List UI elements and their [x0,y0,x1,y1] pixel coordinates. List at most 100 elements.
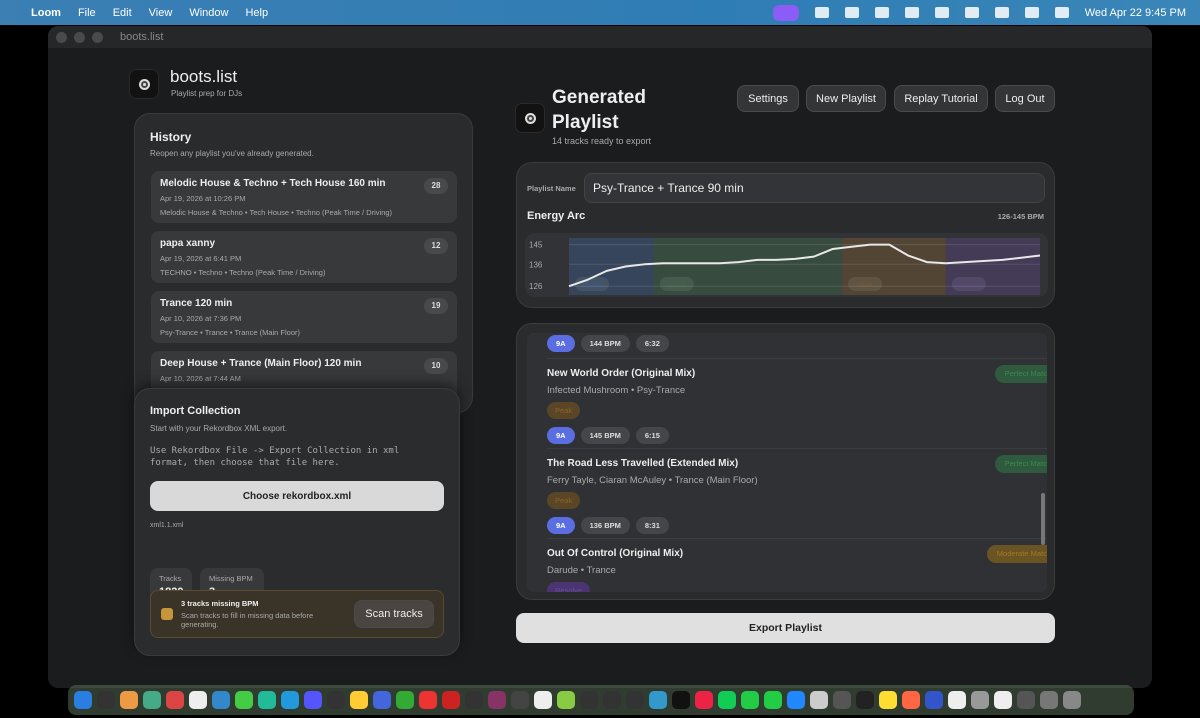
dock-app-icon[interactable] [787,691,805,709]
dock-app-icon[interactable] [1040,691,1058,709]
dropbox-icon[interactable] [904,7,919,18]
dock-app-icon[interactable] [603,691,621,709]
screen-record-icon[interactable] [772,4,799,21]
dock-app-icon[interactable] [258,691,276,709]
search-icon[interactable] [1024,7,1039,18]
scan-tracks-button[interactable]: Scan tracks [354,600,434,628]
dock-app-icon[interactable] [948,691,966,709]
dock-app-icon[interactable] [166,691,184,709]
dock [68,685,1134,715]
playlist-name-input[interactable]: Psy-Trance + Trance 90 min [584,173,1045,203]
dock-app-icon[interactable] [580,691,598,709]
dock-app-icon[interactable] [649,691,667,709]
dock-app-icon[interactable] [971,691,989,709]
brand-name: boots.list [170,67,238,86]
replay-tutorial-button[interactable]: Replay Tutorial [894,85,988,112]
status-icon[interactable] [844,7,859,18]
dock-app-icon[interactable] [212,691,230,709]
dock-app-icon[interactable] [419,691,437,709]
control-center-icon[interactable] [1054,7,1069,18]
focus-icon[interactable] [994,7,1009,18]
menu-file[interactable]: File [78,7,96,19]
menu-window[interactable]: Window [189,7,228,19]
dock-app-icon[interactable] [488,691,506,709]
bpm-pill: 136 BPM [580,517,630,534]
dock-app-icon[interactable] [235,691,253,709]
battery-icon[interactable] [964,7,979,18]
dock-app-icon[interactable] [672,691,690,709]
history-item-title: Melodic House & Techno + Tech House 160 … [160,178,386,189]
dock-app-icon[interactable] [350,691,368,709]
history-item[interactable]: Melodic House & Techno + Tech House 160 … [151,171,457,223]
history-item-title: papa xanny [160,238,216,249]
minimize-button[interactable] [74,31,85,43]
track-list[interactable]: 9A 144 BPM 6:32 New World Order (Original … [527,333,1047,592]
status-icon[interactable] [814,7,829,18]
history-item[interactable]: Trance 120 min Apr 10, 2026 at 7:36 PM Psy… [151,291,457,343]
dock-app-icon[interactable] [879,691,897,709]
menu-edit[interactable]: Edit [113,7,132,19]
dock-app-icon[interactable] [74,691,92,709]
log-out-button[interactable]: Log Out [995,85,1055,112]
track-title: Out Of Control (Original Mix) [547,548,684,559]
match-badge: Perfect Match [994,455,1047,473]
dock-app-icon[interactable] [856,691,874,709]
dock-app-icon[interactable] [626,691,644,709]
page-title: Generated Playlist [552,87,646,133]
selected-filename: xml1.1.xml [150,522,184,529]
dock-app-icon[interactable] [120,691,138,709]
match-badge: Moderate Match [986,545,1047,563]
dock-app-icon[interactable] [327,691,345,709]
dock-app-icon[interactable] [373,691,391,709]
history-item[interactable]: papa xanny Apr 19, 2026 at 6:41 PM TECHNO … [151,231,457,283]
menu-app[interactable]: Loom [31,7,61,19]
dock-app-icon[interactable] [764,691,782,709]
dock-app-icon[interactable] [442,691,460,709]
track-row[interactable]: The Road Less Travelled (Extended Mix) F… [547,455,1047,534]
menu-help[interactable]: Help [245,7,268,19]
dock-app-icon[interactable] [695,691,713,709]
track-count-badge: 19 [424,298,448,314]
dock-app-icon[interactable] [97,691,115,709]
dock-app-icon[interactable] [465,691,483,709]
playlist-name-label: Playlist Name [527,184,576,193]
track-artist: Infected Mushroom • Psy-Trance [547,385,686,396]
scrollbar[interactable] [1041,493,1045,545]
settings-button[interactable]: Settings [737,85,799,112]
history-item-genres: Melodic House & Techno • Tech House • Te… [160,208,393,217]
status-icon[interactable] [874,7,889,18]
divider [547,448,1047,449]
dock-app-icon[interactable] [902,691,920,709]
dock-app-icon[interactable] [396,691,414,709]
dock-app-icon[interactable] [833,691,851,709]
dock-app-icon[interactable] [741,691,759,709]
zoom-button[interactable] [92,31,103,43]
dock-app-icon[interactable] [1017,691,1035,709]
dock-app-icon[interactable] [143,691,161,709]
dock-app-icon[interactable] [925,691,943,709]
dock-app-icon[interactable] [281,691,299,709]
dock-app-icon[interactable] [189,691,207,709]
key-pill: 9A [547,335,575,352]
dock-app-icon[interactable] [304,691,322,709]
menu-view[interactable]: View [149,7,173,19]
track-row[interactable]: New World Order (Original Mix) Infected … [547,365,1047,444]
wifi-icon[interactable] [934,7,949,18]
close-button[interactable] [56,31,67,43]
new-playlist-button[interactable]: New Playlist [806,85,886,112]
dock-app-icon[interactable] [534,691,552,709]
track-title: The Road Less Travelled (Extended Mix) [547,458,739,469]
dock-app-icon[interactable] [994,691,1012,709]
stat-label: Tracks [159,574,182,583]
bpm-pill: 145 BPM [580,427,630,444]
choose-rekordbox-button[interactable]: Choose rekordbox.xml [150,481,444,511]
export-playlist-button[interactable]: Export Playlist [516,613,1055,643]
dock-app-icon[interactable] [1063,691,1081,709]
dock-app-icon[interactable] [810,691,828,709]
track-artist: Ferry Tayle, Ciaran McAuley • Trance (Ma… [547,475,758,486]
dock-app-icon[interactable] [718,691,736,709]
clock[interactable]: Wed Apr 22 9:45 PM [1085,7,1186,19]
dock-app-icon[interactable] [511,691,529,709]
dock-app-icon[interactable] [557,691,575,709]
track-row[interactable]: Out Of Control (Original Mix) Darude • T… [547,545,1047,592]
